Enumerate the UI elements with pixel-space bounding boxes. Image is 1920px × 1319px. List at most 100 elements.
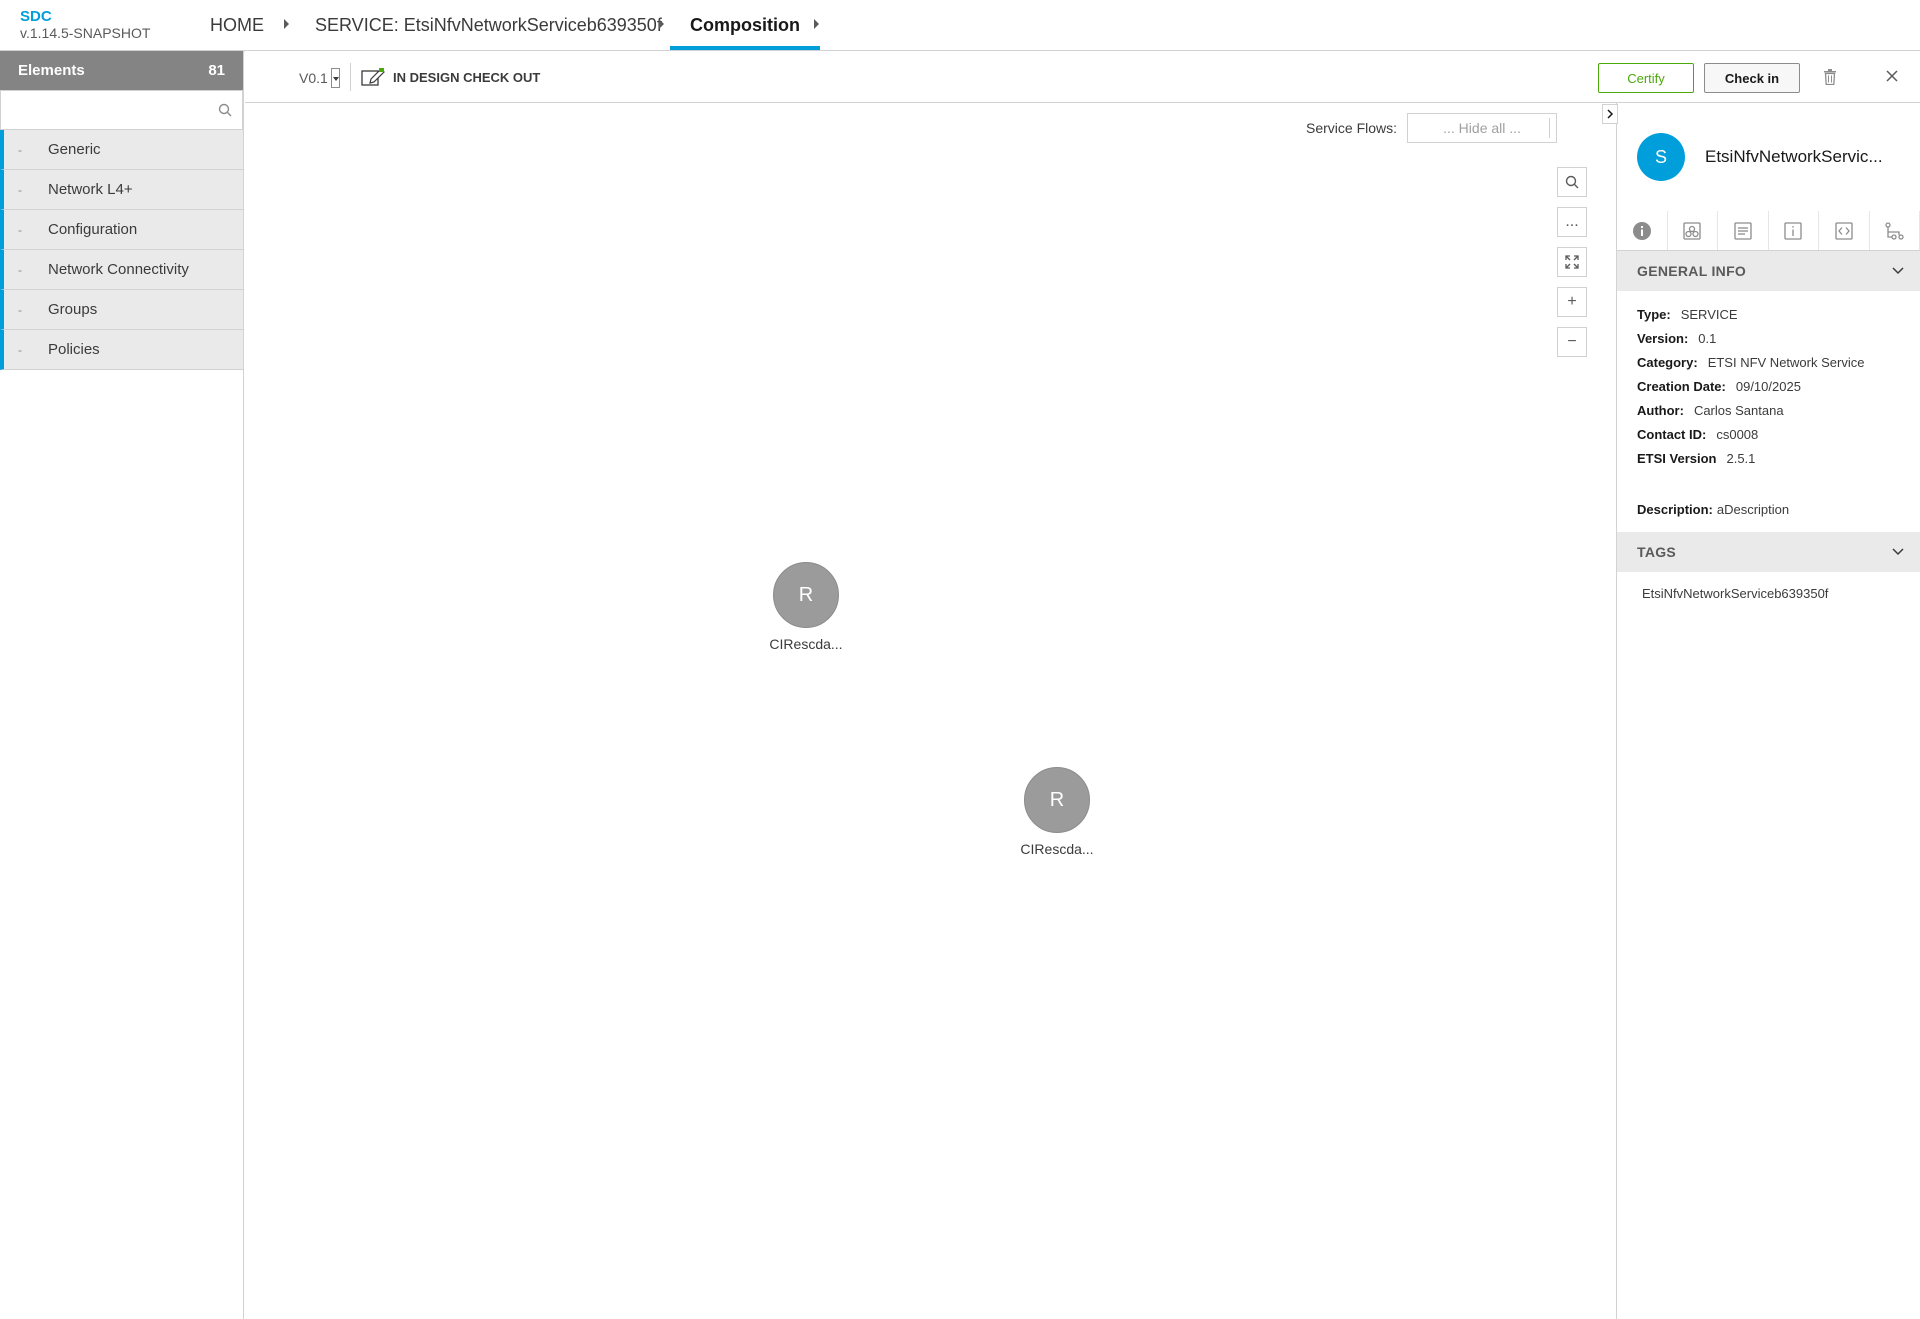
collapse-panel-button[interactable] [1602, 104, 1618, 124]
service-title: EtsiNfvNetworkServic... [1705, 147, 1883, 166]
tab-general-info[interactable] [1617, 211, 1668, 250]
details-header: S EtsiNfvNetworkServic... [1617, 103, 1920, 211]
info-row-category: Category: ETSI NFV Network Service [1637, 355, 1865, 370]
checkout-edit-icon [361, 68, 385, 86]
collapse-dash-icon: - [18, 342, 22, 357]
info-row-version: Version: 0.1 [1637, 331, 1717, 346]
palette-group-network-connectivity[interactable]: - Network Connectivity [0, 250, 243, 290]
collapse-dash-icon: - [18, 142, 22, 157]
breadcrumb-arrow-icon[interactable] [284, 19, 289, 29]
details-tabs [1617, 211, 1920, 251]
properties-icon [1734, 221, 1752, 240]
canvas-node[interactable]: R CIRescda... [1007, 767, 1107, 857]
elements-palette: Elements 81 - Generic - Network L4+ - Co… [0, 51, 244, 1319]
node-icon[interactable]: R [773, 562, 839, 628]
palette-group-generic[interactable]: - Generic [0, 130, 243, 170]
tags-header[interactable]: TAGS [1617, 532, 1920, 572]
palette-group-label: Network Connectivity [48, 261, 189, 278]
collapse-dash-icon: - [18, 222, 22, 237]
palette-group-network-l4[interactable]: - Network L4+ [0, 170, 243, 210]
palette-search-input[interactable] [1, 91, 242, 129]
collapse-dash-icon: - [18, 302, 22, 317]
palette-search [0, 90, 243, 130]
palette-group-policies[interactable]: - Policies [0, 330, 243, 370]
zoom-out-button[interactable]: − [1557, 327, 1587, 357]
info-row-author: Author: Carlos Santana [1637, 403, 1784, 418]
info-filled-icon [1632, 221, 1651, 240]
tags-title: TAGS [1637, 544, 1677, 560]
breadcrumb-arrow-icon[interactable] [814, 19, 819, 29]
canvas-node[interactable]: R CIRescda... [756, 562, 856, 652]
collapse-dash-icon: - [18, 262, 22, 277]
breadcrumb-arrow-icon[interactable] [659, 19, 664, 29]
version-value: V0.1 [299, 70, 328, 86]
app-name: SDC [20, 8, 52, 25]
tab-deployment-artifacts[interactable] [1668, 211, 1718, 250]
palette-group-label: Groups [48, 301, 98, 318]
certify-button[interactable]: Certify [1598, 63, 1694, 93]
breadcrumb-home[interactable]: HOME [210, 0, 264, 50]
tab-composition[interactable] [1870, 211, 1920, 250]
general-info-body: Type: SERVICE Version: 0.1 Category: ETSI N… [1617, 291, 1920, 532]
lifecycle-status: IN DESIGN CHECK OUT [361, 68, 540, 86]
artifacts-icon [1683, 221, 1701, 240]
info-row-creation-date: Creation Date: 09/10/2025 [1637, 379, 1801, 394]
tab-information[interactable] [1769, 211, 1819, 250]
close-icon[interactable] [1885, 69, 1899, 88]
service-flows-label: Service Flows: [1306, 120, 1398, 136]
tags-body: EtsiNfvNetworkServiceb639350f [1617, 572, 1920, 615]
service-avatar: S [1637, 133, 1685, 181]
toolbar-divider [350, 63, 351, 91]
app-brand[interactable]: SDC v.1.14.5-SNAPSHOT [20, 8, 151, 42]
info-row-contact-id: Contact ID: cs0008 [1637, 427, 1759, 442]
fit-to-screen-button[interactable] [1557, 247, 1587, 277]
app-version: v.1.14.5-SNAPSHOT [20, 25, 151, 41]
workspace-toolbar: V0.1 IN DESIGN CHECK OUT Certify Check i… [245, 51, 1920, 103]
palette-group-groups[interactable]: - Groups [0, 290, 243, 330]
hierarchy-icon [1885, 221, 1904, 240]
trash-icon[interactable] [1823, 69, 1837, 90]
general-info-header[interactable]: GENERAL INFO [1617, 251, 1920, 291]
service-flows-select[interactable]: ... Hide all ... [1407, 113, 1558, 143]
info-outline-icon [1784, 221, 1802, 240]
palette-count: 81 [208, 62, 225, 79]
composition-canvas[interactable]: Service Flows: ... Hide all ... ... + − … [245, 103, 1616, 1319]
palette-group-label: Policies [48, 341, 100, 358]
tab-properties[interactable] [1718, 211, 1769, 250]
palette-group-label: Configuration [48, 221, 138, 238]
code-icon [1835, 221, 1853, 240]
palette-group-label: Network L4+ [48, 181, 133, 198]
palette-group-label: Generic [48, 141, 101, 158]
tag-item: EtsiNfvNetworkServiceb639350f [1642, 586, 1829, 601]
fit-screen-icon [1565, 255, 1579, 269]
service-flows: Service Flows: ... Hide all ... [1306, 113, 1558, 143]
node-icon[interactable]: R [1024, 767, 1090, 833]
info-row-type: Type: SERVICE [1637, 307, 1738, 322]
palette-title: Elements [18, 62, 85, 79]
chevron-down-icon[interactable] [1892, 548, 1904, 556]
breadcrumb-composition[interactable]: Composition [670, 0, 820, 50]
chevron-down-icon[interactable] [330, 68, 340, 88]
zoom-in-button[interactable]: + [1557, 287, 1587, 317]
check-in-button[interactable]: Check in [1704, 63, 1800, 93]
node-label: CIRescda... [769, 636, 843, 652]
tab-api[interactable] [1819, 211, 1870, 250]
chevron-down-icon[interactable] [1892, 267, 1904, 275]
palette-header: Elements 81 [0, 51, 243, 90]
top-navigation-bar: SDC v.1.14.5-SNAPSHOT HOME SERVICE: Etsi… [0, 0, 1920, 51]
info-row-description: Description: aDescription [1637, 502, 1790, 517]
collapse-dash-icon: - [18, 182, 22, 197]
version-selector[interactable]: V0.1 [299, 68, 340, 88]
details-panel: S EtsiNfvNetworkServic... GENERAL INFO T… [1602, 103, 1920, 1319]
palette-group-configuration[interactable]: - Configuration [0, 210, 243, 250]
general-info-title: GENERAL INFO [1637, 263, 1747, 279]
canvas-more-button[interactable]: ... [1557, 207, 1587, 237]
canvas-search-button[interactable] [1557, 167, 1587, 197]
info-row-etsi-version: ETSI Version 2.5.1 [1637, 451, 1756, 466]
lifecycle-status-text: IN DESIGN CHECK OUT [393, 69, 541, 85]
chevron-right-icon [1607, 109, 1614, 119]
search-icon[interactable] [218, 103, 232, 122]
breadcrumb-service[interactable]: SERVICE: EtsiNfvNetworkServiceb639350f [315, 0, 662, 50]
search-icon [1565, 175, 1579, 189]
service-flows-value: ... Hide all ... [1443, 120, 1521, 136]
